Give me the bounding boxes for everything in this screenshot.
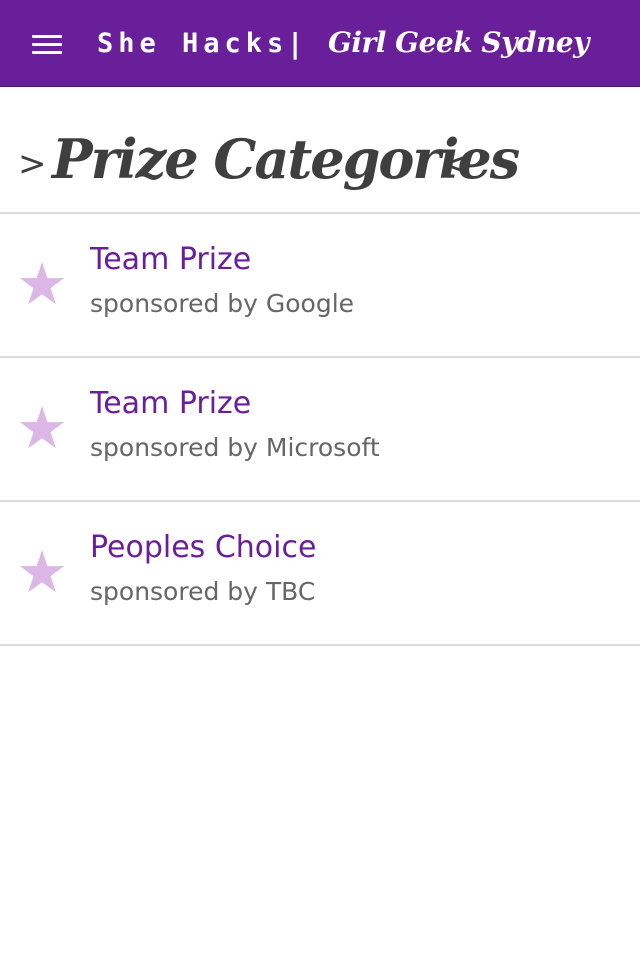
prize-sponsor: sponsored by Google (90, 289, 355, 318)
star-icon: ★ (16, 394, 68, 462)
menu-line (32, 51, 62, 54)
hamburger-menu-icon[interactable] (30, 33, 64, 57)
prize-item-team-prize-microsoft[interactable]: ★ Team Prize sponsored by Microsoft (0, 358, 640, 502)
prize-sponsor: sponsored by TBC (90, 577, 316, 606)
prize-item-peoples-choice[interactable]: ★ Peoples Choice sponsored by TBC (0, 502, 640, 646)
star-icon: ★ (16, 250, 68, 318)
app-brand-title[interactable]: She Hacks (97, 24, 288, 64)
prize-name: Team Prize (90, 386, 252, 421)
menu-line (32, 35, 62, 38)
heading-right-chevron: < (441, 144, 470, 184)
brand-separator: | (290, 27, 301, 60)
menu-line (32, 43, 62, 46)
brand-subtitle: Girl Geek Sydney (328, 26, 589, 59)
prize-name: Team Prize (90, 242, 252, 277)
heading-left-chevron: > (18, 144, 47, 184)
prize-item-team-prize-google[interactable]: ★ Team Prize sponsored by Google (0, 214, 640, 358)
star-icon: ★ (16, 538, 68, 606)
prize-list: ★ Team Prize sponsored by Google ★ Team … (0, 214, 640, 646)
prize-name: Peoples Choice (90, 530, 317, 565)
app-header: She Hacks | Girl Geek Sydney (0, 0, 640, 87)
page-heading: > Prize Categories < (0, 88, 640, 214)
prize-sponsor: sponsored by Microsoft (90, 433, 380, 462)
